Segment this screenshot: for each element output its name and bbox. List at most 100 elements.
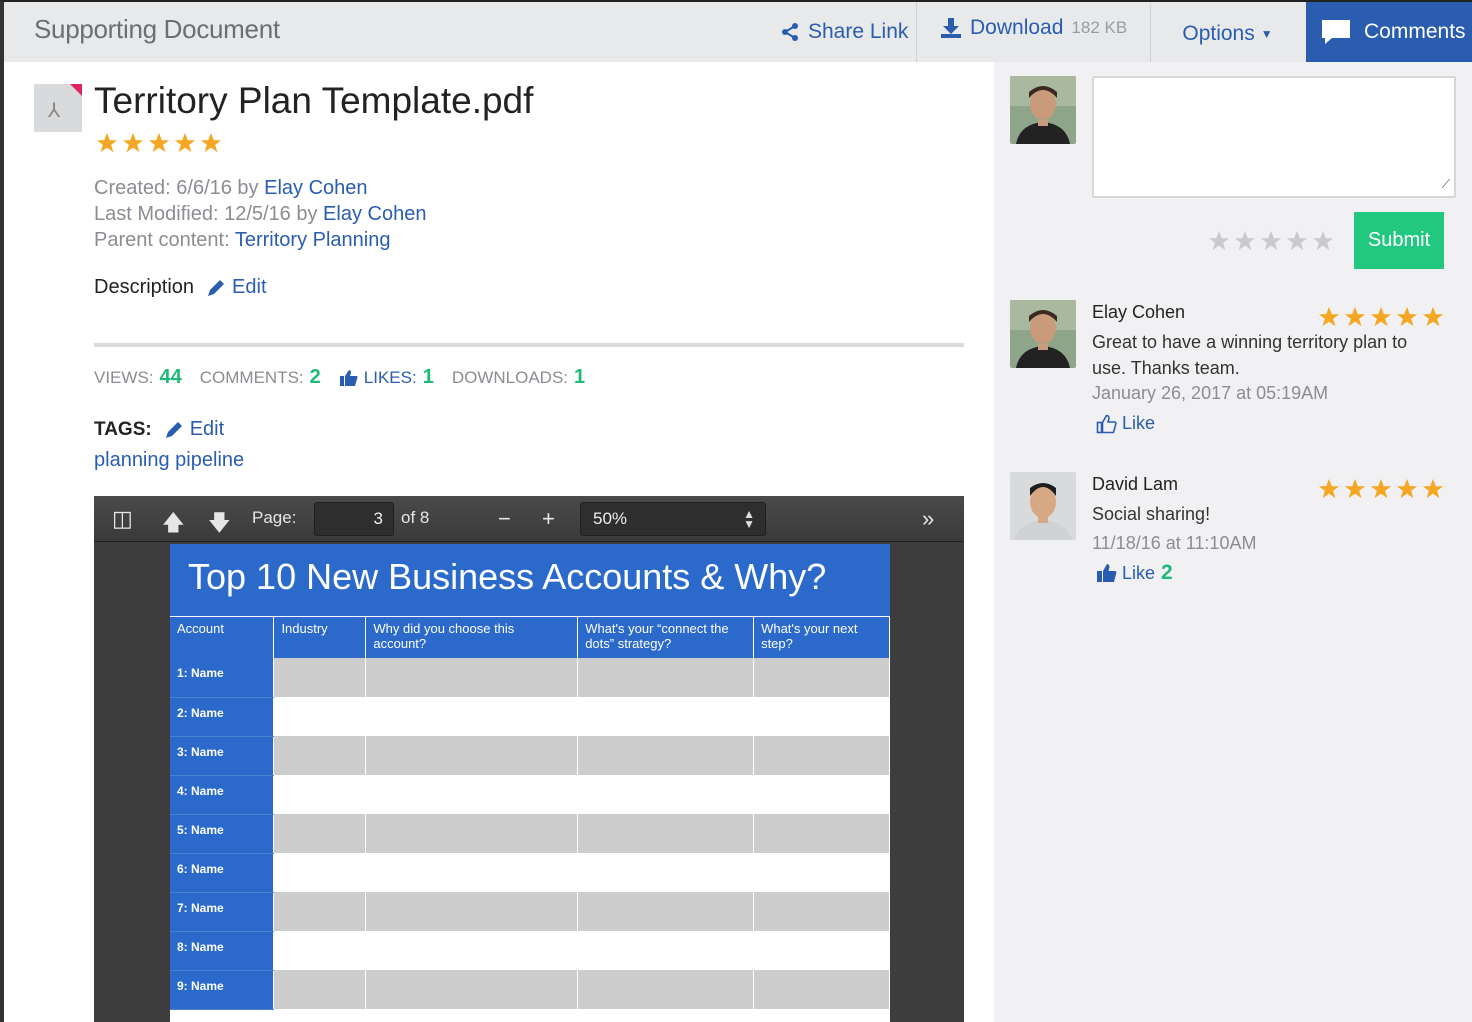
divider <box>94 343 964 347</box>
pdf-row-label: 5: Name <box>170 814 275 854</box>
comment-author[interactable]: David Lam <box>1092 474 1178 495</box>
pdf-viewer[interactable]: ◫ 🡅 🡇 Page: 3 of 8 − + 50% ▲ ▼ » Top 10 N… <box>94 496 964 1022</box>
pdf-column-header: Account <box>170 617 275 658</box>
pdf-cell <box>753 892 890 931</box>
submit-button[interactable]: Submit <box>1354 212 1444 269</box>
star-icon[interactable] <box>1260 230 1282 257</box>
created-by-link[interactable]: Elay Cohen <box>264 177 367 199</box>
tags-edit-button[interactable]: Edit <box>164 418 224 441</box>
comment-textarea[interactable]: ⟋ <box>1092 76 1456 198</box>
modified-line: Last Modified: 12/5/16 by Elay Cohen <box>94 203 426 226</box>
table-row: 2: Name <box>170 697 890 737</box>
pdf-cell <box>365 931 579 970</box>
zoom-in-icon[interactable]: + <box>542 506 555 532</box>
tags-edit-label: Edit <box>189 418 225 440</box>
pdf-cell <box>273 814 367 853</box>
comments-tab[interactable]: Comments <box>1306 2 1472 62</box>
next-page-icon[interactable]: 🡇 <box>208 506 231 544</box>
tools-menu-icon[interactable]: » <box>922 506 934 532</box>
star-icon[interactable] <box>1234 230 1256 257</box>
parent-content-link[interactable]: Territory Planning <box>235 229 391 251</box>
modified-by-link[interactable]: Elay Cohen <box>323 203 426 225</box>
document-title: Territory Plan Template.pdf <box>94 80 534 121</box>
pdf-cell <box>273 736 367 775</box>
star-icon[interactable] <box>1312 230 1334 257</box>
comments-panel: ⟋ Submit Elay Cohen Great to have a winn… <box>994 62 1472 1022</box>
select-arrows-icon: ▲ ▼ <box>743 507 755 531</box>
pdf-cell <box>365 814 579 853</box>
table-row: 5: Name <box>170 814 890 854</box>
star-icon[interactable] <box>1208 230 1230 257</box>
pdf-cell <box>577 853 755 892</box>
pdf-page: Top 10 New Business Accounts & Why? Acco… <box>170 544 890 1022</box>
comment-rating-input[interactable] <box>1208 230 1334 257</box>
zoom-out-icon[interactable]: − <box>498 506 511 532</box>
avatar <box>1010 472 1076 540</box>
like-button[interactable]: Like 2 <box>1096 561 1173 585</box>
pdf-cell <box>365 658 579 697</box>
comment-bubble-icon <box>1322 20 1350 44</box>
pdf-cell <box>365 970 579 1009</box>
pdf-cell <box>753 697 890 736</box>
like-label: Like <box>1122 562 1156 583</box>
pdf-toolbar: ◫ 🡅 🡇 Page: 3 of 8 − + 50% ▲ ▼ » <box>94 496 964 542</box>
downloads-label: DOWNLOADS: <box>451 367 569 387</box>
current-user-avatar <box>1010 76 1076 144</box>
sidebar-toggle-icon[interactable]: ◫ <box>112 506 133 532</box>
resize-handle-icon[interactable]: ⟋ <box>1442 177 1450 192</box>
pdf-cell <box>273 658 367 697</box>
like-label: Like <box>1122 413 1156 433</box>
pdf-heading: Top 10 New Business Accounts & Why? <box>170 544 890 616</box>
thumbs-up-outline-icon <box>1096 414 1117 433</box>
description-label: Description <box>94 276 195 298</box>
download-icon <box>941 18 961 38</box>
pdf-row-label: 9: Name <box>170 970 275 1010</box>
share-link-button[interactable]: Share Link <box>780 2 908 62</box>
tags-value[interactable]: planning pipeline <box>94 449 244 472</box>
options-label: Options <box>1182 22 1255 45</box>
table-row: 1: Name <box>170 658 890 698</box>
pdf-column-header: What's your “connect the dots” strategy? <box>577 617 755 658</box>
pdf-cell <box>577 931 755 970</box>
pdf-cell <box>365 775 579 814</box>
download-label: Download <box>970 16 1064 39</box>
parent-label: Parent content: <box>94 229 230 251</box>
comment-author[interactable]: Elay Cohen <box>1092 302 1185 323</box>
pdf-row-label: 7: Name <box>170 892 275 932</box>
pdf-column-header: What's your next step? <box>753 617 890 658</box>
comment-date: 11/18/16 at 11:10AM <box>1092 533 1257 553</box>
pdf-cell <box>753 970 890 1009</box>
star-icon[interactable] <box>1286 230 1308 257</box>
description-row: Description Edit <box>94 276 267 299</box>
table-row: 4: Name <box>170 775 890 815</box>
pdf-cell <box>753 775 890 814</box>
views-label: VIEWS: <box>94 367 154 387</box>
pdf-row-label: 6: Name <box>170 853 275 893</box>
avatar <box>1010 300 1076 368</box>
thumbs-up-icon <box>339 369 358 386</box>
pdf-cell <box>753 931 890 970</box>
comments-tab-label: Comments <box>1364 20 1466 43</box>
star-icon <box>122 132 144 159</box>
page-number-input[interactable]: 3 <box>314 502 394 536</box>
pdf-row-label: 4: Name <box>170 775 275 815</box>
tags-row: TAGS: Edit <box>94 418 224 441</box>
star-icon <box>148 132 170 159</box>
pdf-cell <box>577 775 755 814</box>
zoom-select[interactable]: 50% ▲ ▼ <box>580 502 766 536</box>
pdf-cell <box>365 736 579 775</box>
previous-page-icon[interactable]: 🡅 <box>162 506 185 544</box>
pdf-cell <box>577 970 755 1009</box>
options-dropdown[interactable]: Options ▼ <box>1150 4 1304 64</box>
pdf-table: Account Industry Why did you choose this a… <box>170 617 890 1010</box>
comment-date: January 26, 2017 at 05:19AM <box>1092 383 1329 403</box>
pdf-cell <box>273 892 367 931</box>
like-button[interactable]: Like <box>1096 413 1155 434</box>
star-icon <box>174 132 196 159</box>
tags-label: TAGS: <box>94 418 152 440</box>
download-button[interactable]: Download 182 KB <box>940 0 1127 58</box>
star-icon <box>96 132 118 159</box>
likes-button[interactable]: LIKES: <box>339 368 417 388</box>
description-edit-button[interactable]: Edit <box>206 276 267 299</box>
pdf-column-header: Industry <box>273 617 367 658</box>
